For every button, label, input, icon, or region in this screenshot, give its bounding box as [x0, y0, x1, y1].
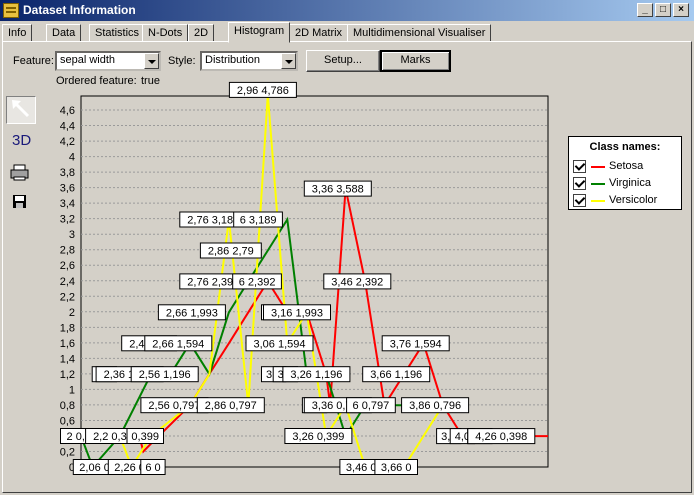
y-tick-label: 0,8 [60, 400, 75, 412]
data-point-label: 2,66 1,993 [157, 304, 226, 321]
data-point-label-text: 2,66 1,993 [166, 307, 218, 319]
data-point-label-text: 2,86 0,797 [205, 400, 257, 412]
data-point-label: 3,66 0 [374, 459, 418, 475]
data-point-label: 3,16 1,993 [263, 304, 331, 321]
data-point-label: 2,86 0,797 [196, 397, 265, 414]
y-tick-label: 1,4 [60, 353, 75, 365]
data-point-label: 2,86 2,79 [199, 242, 262, 259]
data-point-label-text: 6 3,189 [240, 215, 277, 227]
data-point-label-text: 2,56 0,797 [148, 400, 200, 412]
legend-swatch [591, 166, 605, 168]
data-point-label: 2,96 4,786 [228, 81, 297, 98]
data-point-label: 3,26 1,196 [282, 366, 351, 383]
tab-histogram[interactable]: Histogram [228, 22, 291, 43]
y-tick-label: 2,4 [60, 276, 75, 288]
data-point-label-text: 3,66 1,196 [370, 369, 422, 381]
legend-item-versicolor[interactable]: Versicolor [573, 192, 681, 208]
data-point-label-text: 6 2,392 [239, 276, 276, 288]
data-point-label-text: 6 0 [145, 462, 160, 474]
y-tick-label: 3,8 [60, 167, 75, 179]
data-point-label-text: 3,46 0 [346, 462, 377, 474]
legend-item-setosa[interactable]: Setosa [573, 158, 681, 174]
data-point-label-text: 2,76 3,189 [187, 215, 239, 227]
legend-checkbox-virginica[interactable] [573, 177, 586, 190]
data-point-label-text: 6 0,797 [353, 400, 390, 412]
data-point-label-text: 3,16 1,993 [271, 307, 323, 319]
legend-swatch [591, 183, 605, 185]
data-point-label-text: 3,26 0,399 [292, 431, 344, 443]
y-tick-label: 3,2 [60, 214, 75, 226]
data-point-label: 2,66 1,594 [144, 335, 213, 352]
legend: Class names: Setosa Virginica Versicolor [568, 136, 682, 210]
data-point-label: 2,56 1,196 [130, 366, 199, 383]
y-tick-label: 0,6 [60, 415, 75, 427]
legend-label: Virginica [609, 177, 651, 189]
y-tick-label: 3 [69, 229, 75, 241]
data-point-label-text: 3,06 1,594 [254, 338, 306, 350]
y-tick-label: 3,6 [60, 183, 75, 195]
data-point-label-text: 2,76 2,392 [187, 276, 239, 288]
data-point-label-text: 3,66 0 [381, 462, 412, 474]
data-point-label-text: 3,46 2,392 [331, 276, 383, 288]
data-point-label: 6 3,189 [233, 211, 283, 228]
data-point-label-text: 0,399 [131, 431, 159, 443]
data-point-label-text: 3,36 3,588 [312, 184, 364, 196]
y-tick-label: 1,2 [60, 369, 75, 381]
y-tick-label: 1,6 [60, 338, 75, 350]
y-tick-label: 4 [69, 152, 75, 164]
legend-swatch [591, 200, 605, 202]
legend-title: Class names: [589, 141, 661, 153]
data-point-label: 3,76 1,594 [381, 335, 450, 352]
y-tick-label: 2,2 [60, 291, 75, 303]
legend-label: Setosa [609, 160, 644, 172]
y-tick-label: 0,2 [60, 446, 75, 458]
data-point-label: 0,399 [126, 428, 164, 444]
y-tick-label: 4,4 [60, 121, 75, 133]
data-point-label-text: 2,06 0 [79, 462, 110, 474]
y-tick-label: 2,8 [60, 245, 75, 257]
data-point-label: 4,26 0,398 [467, 428, 536, 445]
data-point-label: 6 0 [140, 459, 166, 475]
data-point-label: 3,36 3,588 [303, 180, 372, 197]
y-tick-label: 4,2 [60, 136, 75, 148]
data-point-label-text: 2,56 1,196 [139, 369, 191, 381]
legend-item-virginica[interactable]: Virginica [573, 175, 681, 191]
data-point-label-text: 3,76 1,594 [390, 338, 442, 350]
y-tick-label: 1 [69, 384, 75, 396]
y-tick-label: 2,6 [60, 260, 75, 272]
data-point-label: 3,66 1,196 [362, 366, 431, 383]
legend-label: Versicolor [609, 194, 658, 206]
data-point-label-text: 3,86 0,796 [409, 400, 461, 412]
histogram-chart: 00,20,40,60,811,21,41,61,822,22,42,62,83… [60, 81, 549, 475]
y-tick-label: 3,4 [60, 198, 75, 210]
data-point-label-text: 2,96 4,786 [237, 85, 289, 97]
data-point-label: 3,46 2,392 [323, 273, 392, 290]
data-point-label: 6 2,392 [232, 273, 282, 290]
data-point-label-text: 4,26 0,398 [475, 431, 527, 443]
data-point-label: 3,86 0,796 [401, 397, 470, 414]
data-point-label-text: 2,66 1,594 [152, 338, 204, 350]
legend-checkbox-versicolor[interactable] [573, 194, 586, 207]
data-point-label: 6 0,797 [346, 397, 396, 414]
data-point-label-text: 2,86 2,79 [208, 246, 254, 258]
data-point-label-text: 3,26 1,196 [290, 369, 342, 381]
legend-checkbox-setosa[interactable] [573, 160, 586, 173]
data-point-label: 3,06 1,594 [245, 335, 314, 352]
y-tick-label: 4,6 [60, 105, 75, 117]
data-point-label: 3,26 0,399 [284, 428, 353, 444]
y-tick-label: 1,8 [60, 322, 75, 334]
y-tick-label: 2 [69, 307, 75, 319]
